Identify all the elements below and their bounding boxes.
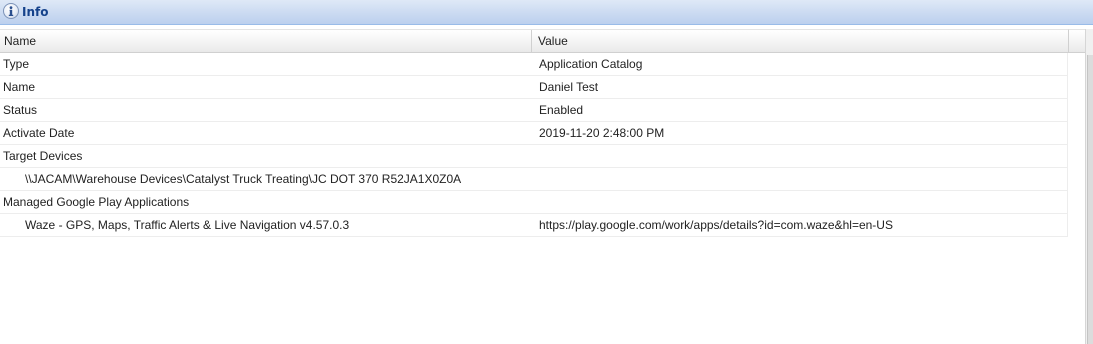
row-value-cell: Application Catalog xyxy=(539,57,643,71)
row-value-cell: https://play.google.com/work/apps/detail… xyxy=(539,218,893,232)
table-row[interactable]: Managed Google Play Applications xyxy=(0,191,1068,214)
row-name-cell: Waze - GPS, Maps, Traffic Alerts & Live … xyxy=(25,218,350,232)
table-row[interactable]: Activate Date 2019-11-20 2:48:00 PM xyxy=(0,122,1068,145)
row-name-cell: Target Devices xyxy=(3,149,83,163)
table-row[interactable]: Waze - GPS, Maps, Traffic Alerts & Live … xyxy=(0,214,1068,237)
row-name-cell: \\JACAM\Warehouse Devices\Catalyst Truck… xyxy=(25,172,462,186)
row-value-cell: 2019-11-20 2:48:00 PM xyxy=(539,126,665,140)
grid-body: Type Application Catalog Name Daniel Test St… xyxy=(0,53,1068,237)
header-filler xyxy=(1068,29,1085,53)
info-icon xyxy=(3,3,19,19)
table-row[interactable]: \\JACAM\Warehouse Devices\Catalyst Truck… xyxy=(0,168,1068,191)
table-row[interactable]: Name Daniel Test xyxy=(0,76,1068,99)
vertical-scrollbar[interactable] xyxy=(1085,29,1093,344)
row-name-cell: Name xyxy=(3,80,36,94)
row-name-cell: Type xyxy=(3,57,30,71)
row-value-cell xyxy=(539,191,1064,213)
column-header-name[interactable]: Name xyxy=(0,30,532,53)
grid-header: Name Value xyxy=(0,29,1068,53)
row-value-cell: Daniel Test xyxy=(539,80,599,94)
scrollbar-thumb[interactable] xyxy=(1087,55,1093,344)
row-name-cell: Managed Google Play Applications xyxy=(3,195,190,209)
table-row[interactable]: Target Devices xyxy=(0,145,1068,168)
row-value-cell xyxy=(539,145,1064,167)
table-row[interactable]: Status Enabled xyxy=(0,99,1068,122)
column-header-value[interactable]: Value xyxy=(532,30,1068,53)
panel-title: Info xyxy=(22,5,49,19)
table-row[interactable]: Type Application Catalog xyxy=(0,53,1068,76)
row-value-cell xyxy=(539,168,1064,190)
panel-header: Info xyxy=(0,0,1093,25)
info-panel: Info Name Value Type Application Catalog N… xyxy=(0,0,1093,344)
row-name-cell: Status xyxy=(3,103,38,117)
row-name-cell: Activate Date xyxy=(3,126,75,140)
row-value-cell: Enabled xyxy=(539,103,584,117)
info-grid: Name Value Type Application Catalog Name Da… xyxy=(0,29,1068,237)
